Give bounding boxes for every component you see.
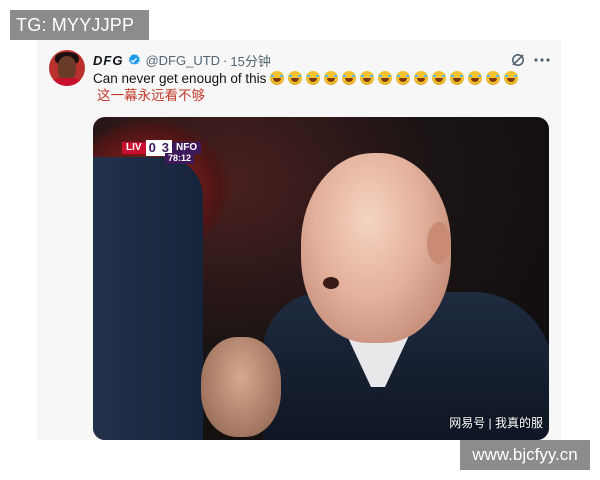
laughing-emoji-icon	[306, 71, 321, 85]
laughing-emoji-icon	[432, 71, 447, 85]
laughing-emoji-icon	[450, 71, 465, 85]
avatar-face	[58, 56, 76, 80]
match-clock: 78:12	[165, 153, 195, 164]
bystander-head	[201, 337, 281, 437]
laughing-emoji-icon	[504, 71, 519, 85]
manager-ear	[427, 222, 451, 264]
laughing-emoji-icon	[360, 71, 375, 85]
tweet-translation: 这一幕永远看不够	[97, 88, 205, 103]
display-name[interactable]: DFG	[93, 53, 123, 68]
laughing-emoji-icon	[396, 71, 411, 85]
home-team: LIV	[122, 142, 146, 154]
laughing-emoji-icon	[288, 71, 303, 85]
laughing-emoji-icon	[414, 71, 429, 85]
laughing-emoji-icon	[486, 71, 501, 85]
foreground-spectator	[93, 157, 203, 440]
timestamp[interactable]: 15分钟	[230, 51, 270, 70]
tweet-header: DFG @DFG_UTD · 15分钟	[93, 50, 271, 70]
laughing-emoji-icon	[378, 71, 393, 85]
home-score: 0	[145, 140, 159, 156]
avatar[interactable]	[49, 50, 85, 86]
laughing-emoji-icon	[468, 71, 483, 85]
tweet-media-image[interactable]: LIV 0 3 NFO 78:12 网易号 | 我真的服	[93, 117, 549, 440]
avatar-shirt	[51, 78, 83, 86]
laughing-emoji-icon	[324, 71, 339, 85]
bottom-watermark: www.bjcfyy.cn	[460, 440, 590, 470]
media-watermark: 网易号 | 我真的服	[449, 416, 543, 430]
handle[interactable]: @DFG_UTD	[145, 53, 220, 68]
laughing-emoji-row	[270, 71, 522, 86]
laughing-emoji-icon	[342, 71, 357, 85]
tweet-text: Can never get enough of this 这一幕永远看不够	[93, 70, 543, 104]
more-options-icon[interactable]	[533, 52, 551, 68]
tweet-body: Can never get enough of this	[93, 71, 267, 86]
separator-dot: ·	[223, 52, 228, 68]
top-watermark: TG: MYYJJPP	[10, 10, 149, 40]
laughing-emoji-icon	[270, 71, 285, 85]
grok-icon[interactable]	[510, 52, 526, 68]
verified-badge-icon	[129, 53, 141, 65]
manager-mouth	[323, 277, 339, 289]
